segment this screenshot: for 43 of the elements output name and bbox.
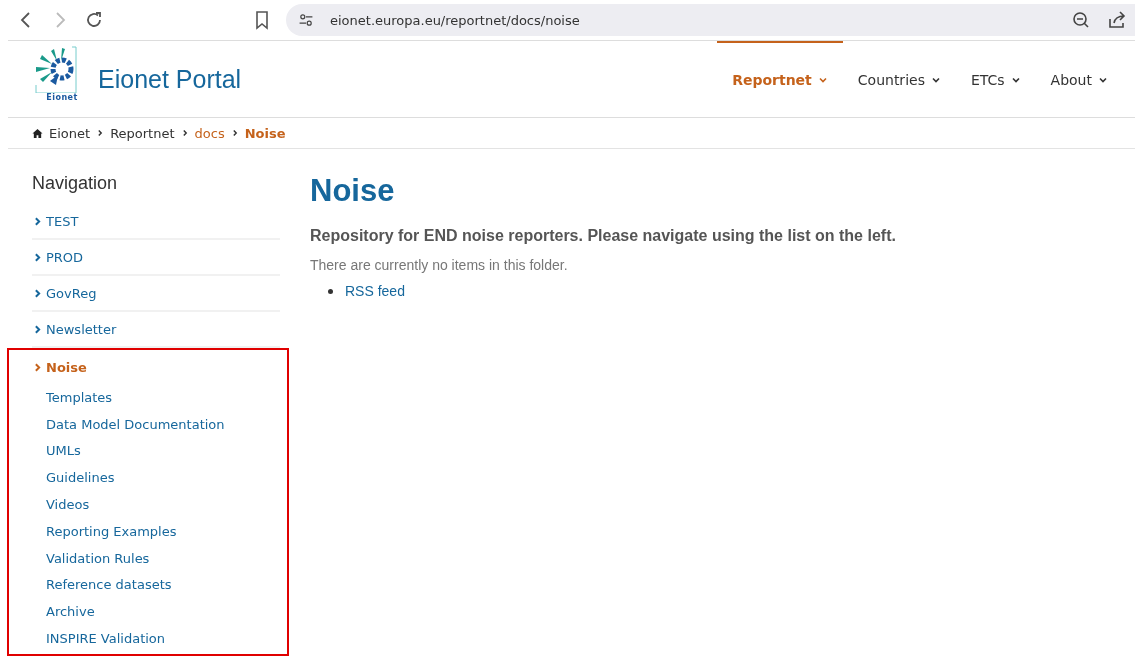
reload-icon[interactable] <box>84 10 104 30</box>
address-bar[interactable]: eionet.europa.eu/reportnet/docs/noise <box>286 4 1135 36</box>
breadcrumb-link[interactable]: Eionet <box>49 125 91 141</box>
nav-subitem[interactable]: Archive <box>46 598 95 626</box>
nav-subitem[interactable]: Reference datasets <box>46 571 172 599</box>
menu-item[interactable]: ETCs <box>955 41 1036 117</box>
breadcrumb-link[interactable]: Noise <box>244 125 286 141</box>
nav-subitem[interactable]: UMLs <box>46 437 81 465</box>
url-text: eionet.europa.eu/reportnet/docs/noise <box>330 12 580 28</box>
nav-subitem[interactable]: Guidelines <box>46 464 115 492</box>
home-icon[interactable] <box>32 127 43 139</box>
nav-item[interactable]: GovReg <box>46 285 97 301</box>
nav-subitem[interactable]: Validation Rules <box>46 544 150 572</box>
breadcrumb-link[interactable]: Reportnet <box>110 125 175 141</box>
site-settings-icon[interactable] <box>298 12 314 28</box>
nav-subitem[interactable]: Videos <box>46 491 90 518</box>
nav-item[interactable]: TEST <box>46 213 79 229</box>
nav-subitem[interactable]: Reporting Examples <box>46 518 177 545</box>
eionet-logo[interactable]: Eionet <box>32 45 92 113</box>
breadcrumb-link[interactable]: docs <box>194 125 225 141</box>
description-text: Repository for END noise reporters. Please navigate using the list on the left. <box>310 227 896 245</box>
nav-item[interactable]: Noise <box>46 359 87 375</box>
chevron-down-icon <box>817 75 828 85</box>
menu-item[interactable]: About <box>1035 41 1123 117</box>
nav-subitem[interactable]: Data Model Documentation <box>46 410 225 438</box>
chevron-down-icon <box>1010 75 1021 85</box>
nav-item[interactable]: PROD <box>46 249 84 265</box>
chevron-down-icon <box>930 75 941 85</box>
nav-item[interactable]: Newsletter <box>46 321 117 337</box>
nav-subitem[interactable]: Templates <box>46 384 113 411</box>
navigation-heading: Navigation <box>32 173 119 194</box>
menu-item[interactable]: Countries <box>842 41 956 117</box>
chevron-down-icon <box>1098 75 1108 85</box>
page-title: Noise <box>310 173 396 209</box>
chevron-right-icon <box>96 129 105 137</box>
site-title[interactable]: Eionet Portal <box>98 64 242 94</box>
menu-item[interactable]: Reportnet <box>717 41 843 117</box>
zoom-out-icon[interactable] <box>1071 10 1091 30</box>
bullet-icon <box>328 288 333 294</box>
nav-subitem[interactable]: INSPIRE Validation <box>46 625 166 652</box>
share-icon[interactable] <box>1107 10 1127 30</box>
empty-folder-text: There are currently no items in this folder. <box>310 257 569 273</box>
rss-feed-link[interactable]: RSS feed <box>345 283 405 299</box>
